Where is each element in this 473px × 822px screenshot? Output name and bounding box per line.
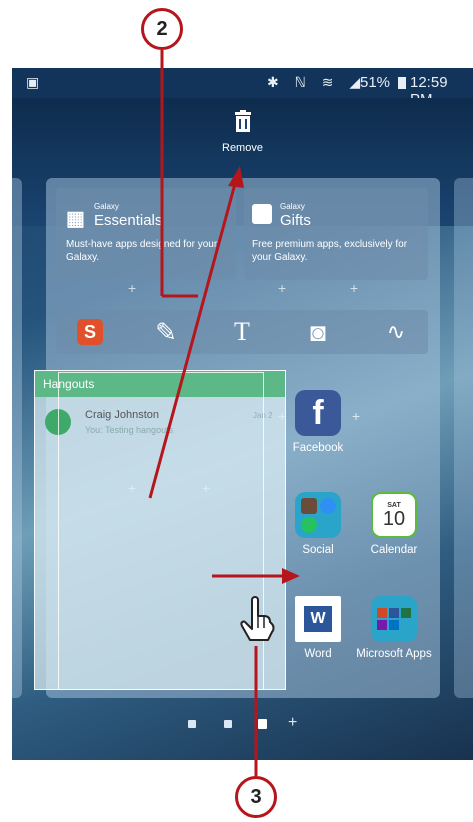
callout-3: 3 (235, 776, 277, 818)
text-icon[interactable]: T (222, 312, 262, 352)
callout-2: 2 (141, 8, 183, 50)
highlighter-icon[interactable]: ✎ (146, 312, 186, 352)
grid-plus-1[interactable]: + (128, 280, 136, 296)
page-indicator-2 (224, 720, 232, 728)
gifts-description: Free premium apps, exclusively for your … (252, 239, 408, 263)
remove-label: Remove (222, 142, 263, 154)
s-note-icon[interactable]: S (70, 312, 110, 352)
microsoft-apps-icon (371, 596, 417, 642)
essentials-description: Must-have apps designed for your Galaxy. (66, 239, 218, 263)
phone-screen: ▣ ✱ ℕ ≋ ◢ 51% 12:59 PM Remove ▦ Galaxy E… (12, 68, 473, 760)
gifts-widget[interactable]: Galaxy Gifts Free premium apps, exclusiv… (244, 188, 428, 280)
facebook-icon: f (295, 390, 341, 436)
facebook-app[interactable]: f Facebook (278, 390, 358, 454)
word-app[interactable]: W Word (278, 596, 358, 660)
trash-icon (233, 110, 253, 132)
status-bar: ▣ ✱ ℕ ≋ ◢ 51% 12:59 PM (12, 68, 473, 108)
essentials-widget[interactable]: ▦ Galaxy Essentials Must-have apps desig… (56, 188, 236, 280)
battery-level: 51% (360, 74, 391, 91)
add-page-icon[interactable]: + (288, 714, 297, 732)
left-page-preview[interactable] (12, 178, 22, 698)
gifts-brand: Galaxy (280, 202, 305, 211)
page-indicator[interactable]: + (12, 714, 473, 732)
social-folder-icon (295, 492, 341, 538)
touch-hand-icon (238, 596, 278, 647)
essentials-brand: Galaxy (94, 202, 119, 211)
grid-plus-3[interactable]: + (350, 280, 358, 296)
grid-plus-2[interactable]: + (278, 280, 286, 296)
word-icon: W (295, 596, 341, 642)
status-icons: ✱ ℕ ≋ ◢ (267, 74, 367, 90)
battery-icon (398, 77, 406, 89)
calendar-app[interactable]: SAT 10 Calendar (354, 492, 434, 556)
right-page-preview[interactable] (454, 178, 473, 698)
calendar-icon: SAT 10 (371, 492, 417, 538)
pen-toolbar-widget[interactable]: S ✎ T ◙ ∿ (56, 310, 428, 354)
essentials-icon: ▦ (66, 208, 85, 230)
gifts-title: Gifts (280, 212, 311, 229)
microsoft-apps-folder[interactable]: Microsoft Apps (354, 596, 434, 661)
notification-icon: ▣ (26, 74, 40, 90)
drop-outline (58, 372, 264, 690)
signature-icon[interactable]: ∿ (376, 312, 416, 352)
essentials-title: Essentials (94, 212, 163, 229)
home-page-indicator (188, 720, 196, 728)
camera-icon[interactable]: ◙ (298, 312, 338, 352)
page-indicator-current (258, 719, 267, 729)
gift-icon (252, 204, 272, 224)
social-folder[interactable]: Social (278, 492, 358, 556)
